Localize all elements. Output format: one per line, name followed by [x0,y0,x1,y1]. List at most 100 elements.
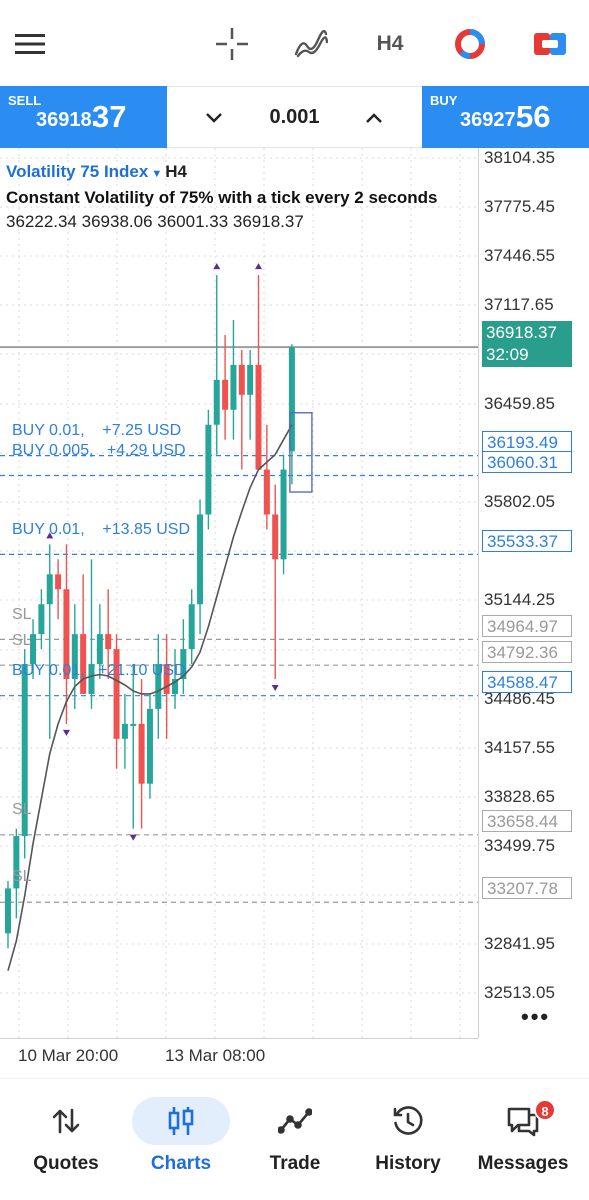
ohlc-values: 36222.34 36938.06 36001.33 36918.37 [6,212,304,231]
sell-button[interactable]: SELL 36918. 37 [0,86,167,148]
fractal-up-marker [213,263,221,270]
candle-body [146,708,153,784]
buy-price-pips: 56 [516,99,551,134]
bar-countdown: 32:09 [486,345,529,364]
sell-price-main: 36918. [36,109,98,131]
chart-info: Volatility 75 Index ▼ H4 Constant Volatili… [6,160,437,234]
order-line-label[interactable]: BUY 0.005, +4.29 USD [12,442,186,460]
hamburger-menu-icon[interactable] [8,22,52,66]
sl-line-label[interactable]: SL [12,868,32,886]
candle-body [222,379,229,410]
candle-body [230,364,237,410]
y-axis-label: 36459.85 [484,394,555,413]
price-chart[interactable]: Volatility 75 Index ▼ H4 Constant Volatili… [0,148,589,1078]
top-toolbar: H4 [0,0,589,86]
current-price-tag: 36918.37 32:09 [482,321,572,367]
crosshair-icon[interactable] [210,22,254,66]
buy-label: BUY [430,93,458,108]
y-axis-label: 35802.05 [484,492,555,511]
nav-history[interactable]: History [353,1079,463,1200]
order-line-label[interactable]: BUY 0.01, +13.85 USD [12,521,190,539]
sl-price-tag[interactable]: 33658.44 [482,810,572,832]
candle-body [46,574,53,605]
fractal-up-marker [255,263,262,270]
nav-messages-label: Messages [477,1153,569,1174]
order-price-tag[interactable]: 34588.47 [482,671,572,693]
indicators-icon[interactable] [289,22,333,66]
one-click-trading-icon[interactable] [528,22,572,66]
sl-price-tag[interactable]: 34964.97 [482,615,572,637]
y-axis-label: 32513.05 [484,983,555,1002]
candle-body [238,364,245,395]
candle-body [263,469,270,515]
sl-price-tag[interactable]: 34792.36 [482,641,572,663]
candle-body [272,514,279,560]
candle-body [121,723,128,739]
order-price-tag[interactable]: 36193.49 [482,431,572,453]
candle-body [188,604,195,650]
candle-body [213,379,220,425]
candle-body [280,469,287,560]
volume-decrease-button[interactable] [197,101,231,135]
symbol-dropdown-icon[interactable]: ▼ [151,168,162,180]
timeframe-selector[interactable]: H4 [368,22,412,66]
charts-candles-icon [132,1097,230,1145]
y-axis-label: 37446.55 [484,246,555,265]
candle-body [38,604,45,635]
sell-label: SELL [8,93,42,108]
y-axis-label: 37775.45 [484,197,555,216]
sl-line-label[interactable]: SL [12,632,32,650]
quotes-arrows-icon [36,1097,96,1145]
one-click-trade-panel: SELL 36918. 37 0.001 BUY 36927. 56 [0,86,589,148]
nav-history-label: History [375,1153,441,1174]
volume-value[interactable]: 0.001 [227,106,362,129]
volume-increase-button[interactable] [357,101,391,135]
sl-line-label[interactable]: SL [12,606,32,624]
y-axis-label: 33828.65 [484,787,555,806]
x-axis-label: 13 Mar 08:00 [165,1046,266,1065]
nav-quotes-label: Quotes [33,1153,99,1174]
fractal-down-marker [129,834,137,841]
y-axis-label: 35144.25 [484,590,555,609]
volume-stepper: 0.001 [167,86,422,148]
sl-price-tag[interactable]: 33207.78 [482,877,572,899]
bottom-navigation: Quotes Charts Trade History 8 Messages [0,1078,589,1200]
messages-badge: 8 [534,1099,556,1121]
nav-charts-label: Charts [150,1153,212,1174]
nav-quotes[interactable]: Quotes [11,1079,121,1200]
candle-body [247,364,254,395]
candle-body [96,634,103,665]
order-price-tag[interactable]: 36060.31 [482,451,572,473]
ring-icon[interactable] [448,22,492,66]
buy-price-main: 36927. [460,109,522,131]
order-price-tag[interactable]: 35533.37 [482,530,572,552]
nav-messages[interactable]: 8 Messages [468,1079,578,1200]
fractal-down-marker [62,729,70,736]
y-axis-label: 32841.95 [484,934,555,953]
y-axis-label: 38104.35 [484,148,555,167]
nav-charts[interactable]: Charts [126,1079,236,1200]
candle-body [105,634,112,650]
y-axis-label: 37117.65 [484,295,554,314]
nav-trade[interactable]: Trade [240,1079,350,1200]
nav-trade-label: Trade [269,1153,321,1174]
candle-body [197,514,204,605]
candle-body [5,888,11,934]
symbol-description: Constant Volatility of 75% with a tick e… [6,188,438,207]
sell-price-pips: 37 [92,99,127,134]
order-line-label[interactable]: BUY 0.01, +21.10 USD [12,662,186,680]
x-axis-label: 10 Mar 20:00 [18,1046,119,1065]
y-axis-label: 33499.75 [484,836,555,855]
sl-line-label[interactable]: SL [12,801,32,819]
fractal-down-marker [271,685,279,692]
trade-line-icon [265,1097,325,1145]
candle-body [55,574,62,590]
chart-timeframe: H4 [165,162,187,181]
candle-body [205,424,212,515]
more-options-icon[interactable]: ••• [521,1004,550,1030]
buy-button[interactable]: BUY 36927. 56 [422,86,589,148]
candle-body [130,723,137,726]
order-line-label[interactable]: BUY 0.01, +7.25 USD [12,422,181,440]
y-axis-label: 34157.55 [484,738,555,757]
symbol-name[interactable]: Volatility 75 Index [6,162,148,181]
